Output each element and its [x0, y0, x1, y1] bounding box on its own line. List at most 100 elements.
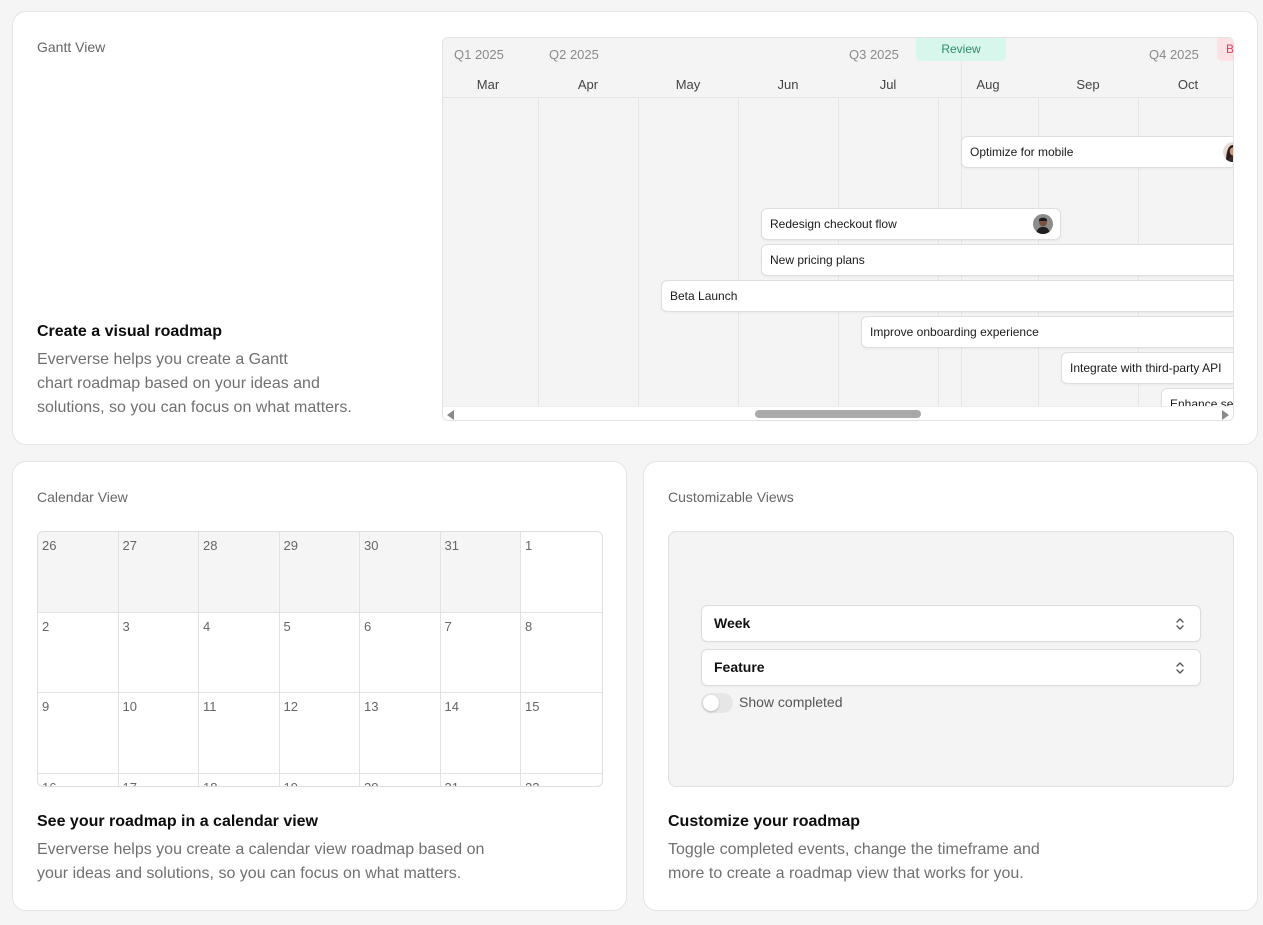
day-number: 31 [444, 538, 459, 553]
quarter-label: Q1 2025 [454, 47, 504, 62]
day-number: 7 [444, 618, 452, 634]
day-number: 19 [283, 779, 298, 787]
description-line: Toggle completed events, change the time… [668, 841, 1040, 858]
description-line: Eververse helps you create a Gantt [37, 351, 288, 368]
bar-label: New pricing plans [770, 253, 865, 267]
gantt-bar[interactable]: Beta Launch [661, 280, 1233, 312]
calendar-day-cell[interactable]: 26 [38, 532, 119, 613]
day-number: 3 [122, 618, 130, 634]
day-number: 8 [525, 618, 533, 634]
day-number: 1 [525, 538, 533, 553]
calendar-day-cell[interactable]: 13 [360, 693, 441, 774]
day-number: 11 [203, 699, 217, 714]
month-label: Apr [577, 77, 599, 92]
month-label: Sep [1076, 77, 1100, 92]
day-number: 12 [283, 699, 298, 714]
month-label: Oct [1177, 77, 1199, 92]
gantt-chart[interactable]: Q1 2025 Q2 2025 Q3 2025 Q4 2025 Mar Apr … [442, 37, 1234, 421]
description-line: solutions, so you can focus on what matt… [37, 399, 352, 416]
card-description: Eververse helps you create a Gantt chart… [37, 348, 352, 420]
card-description: Eververse helps you create a calendar vi… [37, 838, 484, 886]
card-title: Customize your roadmap [668, 813, 861, 830]
toggle-label: Show completed [739, 694, 843, 710]
calendar-day-cell[interactable]: 28 [199, 532, 280, 613]
bar-label: Beta Launch [670, 289, 738, 303]
scroll-right-icon[interactable] [1222, 410, 1229, 420]
calendar-day-cell[interactable]: 29 [279, 532, 360, 613]
calendar-day-cell[interactable]: 30 [360, 532, 441, 613]
calendar-day-cell[interactable]: 18 [199, 773, 280, 787]
card-title: Create a visual roadmap [37, 323, 222, 340]
calendar-day-cell[interactable]: 17 [119, 773, 199, 786]
day-number: 16 [42, 779, 57, 787]
day-number: 15 [525, 699, 540, 714]
day-number: 9 [42, 699, 50, 714]
day-number: 20 [364, 779, 379, 787]
description-line: chart roadmap based on your ideas and [37, 375, 320, 392]
calendar-day-cell[interactable]: 2 [38, 612, 119, 693]
calendar-day-cell[interactable]: 11 [199, 693, 280, 774]
calendar-day-cell[interactable]: 3 [118, 612, 199, 693]
show-completed-toggle[interactable] [701, 693, 733, 713]
calendar-day-cell[interactable]: 10 [118, 693, 199, 774]
gantt-view-card: Gantt View Create a visual roadmap Everv… [12, 11, 1258, 445]
day-number: 2 [42, 618, 50, 634]
description-line: Eververse helps you create a calendar vi… [37, 841, 485, 858]
month-label: Mar [476, 77, 500, 92]
settings-panel: Week Feature Show completed [668, 531, 1234, 787]
description-line: your ideas and solutions, so you can foc… [37, 865, 462, 882]
calendar-day-cell[interactable]: 1 [521, 532, 602, 613]
day-number: 6 [364, 618, 372, 634]
scrollbar-thumb[interactable] [755, 410, 921, 418]
grid-line [738, 98, 739, 406]
woman-avatar [1223, 142, 1233, 162]
card-label: Gantt View [37, 39, 106, 55]
calendar-day-cell[interactable]: 19 [280, 773, 360, 787]
calendar-day-cell[interactable]: 8 [521, 613, 602, 693]
group-by-select[interactable]: Feature [701, 649, 1201, 686]
gantt-bar[interactable]: New pricing plans [761, 244, 1233, 276]
calendar-day-cell[interactable]: 14 [440, 693, 521, 774]
gantt-bar[interactable]: Improve onboarding experience [861, 316, 1233, 348]
quarter-label: Q3 2025 [849, 47, 899, 62]
day-number: 22 [525, 779, 540, 787]
calendar-day-cell[interactable]: 16 [38, 773, 119, 787]
bar-label: Redesign checkout flow [770, 217, 897, 231]
calendar-view-card: Calendar View 26 27 28 29 30 31 1 2 3 4 5 6 7 8 9 10 11 1… [12, 461, 627, 911]
day-number: 13 [364, 699, 379, 714]
gantt-bar[interactable]: Integrate with third-party API [1061, 352, 1233, 384]
quarter-label: Q2 2025 [549, 47, 599, 62]
calendar-day-cell[interactable]: 22 [521, 774, 602, 787]
day-number: 21 [444, 779, 459, 787]
calendar-day-cell[interactable]: 6 [360, 612, 441, 693]
scroll-left-icon[interactable] [447, 410, 454, 420]
timeframe-select[interactable]: Week [701, 605, 1201, 642]
bar-label: Integrate with third-party API [1070, 361, 1222, 375]
calendar-day-cell[interactable]: 12 [279, 693, 360, 774]
calendar-day-cell[interactable]: 9 [38, 693, 119, 774]
horizontal-scrollbar[interactable] [443, 406, 1233, 420]
calendar-day-cell[interactable]: 7 [440, 612, 521, 693]
grid-line [538, 98, 539, 406]
day-number: 30 [364, 538, 379, 553]
grid-line [638, 98, 639, 406]
calendar-day-cell[interactable]: 4 [199, 612, 280, 693]
calendar-day-cell[interactable]: 20 [360, 773, 441, 787]
calendar-day-cell[interactable]: 15 [521, 693, 602, 774]
gantt-bar[interactable]: Redesign checkout flow [761, 208, 1061, 240]
card-label: Customizable Views [668, 489, 794, 505]
milestone-marker[interactable]: B [1217, 38, 1233, 61]
calendar-day-cell[interactable]: 5 [279, 612, 360, 693]
gantt-bar[interactable]: Optimize for mobile [961, 136, 1233, 168]
review-marker[interactable]: Review [916, 38, 1006, 61]
calendar-grid: 26 27 28 29 30 31 1 2 3 4 5 6 7 8 9 10 11 12 13 14 15 16 17 18 1… [37, 531, 603, 787]
month-label: Jul [879, 77, 897, 92]
calendar-day-cell[interactable]: 27 [118, 532, 199, 613]
month-label: May [675, 77, 701, 92]
card-title: See your roadmap in a calendar view [37, 813, 318, 830]
calendar-day-cell[interactable]: 31 [440, 532, 521, 613]
day-number: 14 [444, 699, 459, 714]
day-number: 18 [203, 779, 218, 787]
man-avatar [1033, 214, 1053, 234]
calendar-day-cell[interactable]: 21 [441, 773, 521, 787]
